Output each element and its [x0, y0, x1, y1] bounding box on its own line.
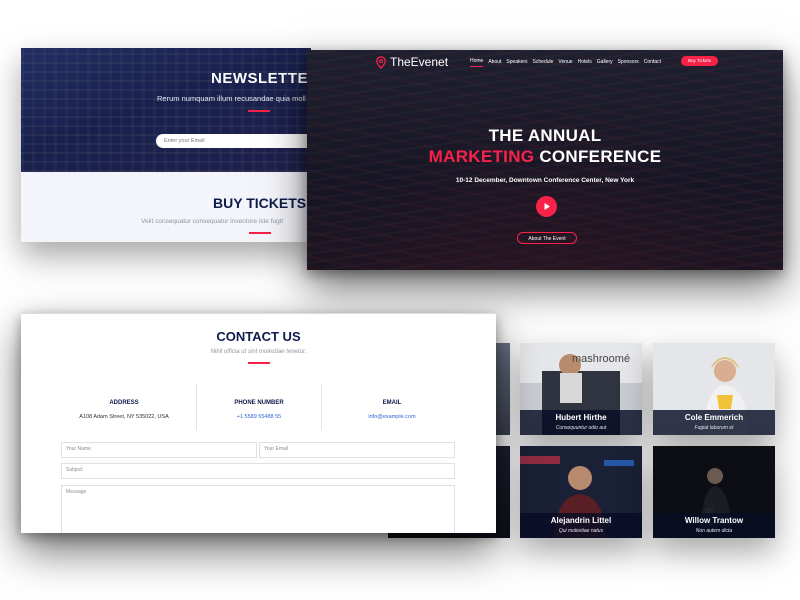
- speaker-role: Non autem dicta: [695, 528, 733, 534]
- contact-subtitle: Nihil officia ut sint molestiae tenetur.: [210, 349, 307, 355]
- address-title: ADDRESS: [109, 400, 139, 406]
- speaker-card[interactable]: Alejandrin Littel Qui molestiae natus: [520, 446, 642, 538]
- hero-title-line1: THE ANNUAL: [488, 126, 602, 145]
- buy-tickets-button[interactable]: Buy Tickets: [681, 56, 718, 66]
- speaker-name: Hubert Hirthe: [555, 413, 607, 422]
- newsletter-title: NEWSLETTER: [211, 70, 311, 87]
- about-event-button[interactable]: About The Event: [517, 232, 577, 244]
- nav-hotels[interactable]: Hotels: [578, 59, 592, 67]
- speaker-card[interactable]: Cole Emmerich Fugiat laborum et: [653, 343, 775, 435]
- message-field[interactable]: Message: [61, 485, 455, 533]
- contact-title: CONTACT US: [216, 329, 301, 344]
- email-title: EMAIL: [382, 400, 402, 406]
- nav-venue[interactable]: Venue: [558, 59, 572, 67]
- hero-title-rest: CONFERENCE: [534, 147, 662, 166]
- title-underline: [248, 362, 270, 364]
- name-field[interactable]: Your Name: [61, 442, 257, 458]
- speaker-caption: Cole Emmerich Fugiat laborum et: [653, 410, 775, 435]
- email-link[interactable]: info@example.com: [322, 414, 462, 420]
- speaker-role: Fugiat laborum et: [694, 425, 734, 431]
- speaker-caption: Willow Trantow Non autem dicta: [653, 513, 775, 538]
- speaker-name: Willow Trantow: [684, 516, 744, 525]
- hero-title-accent: MARKETING: [428, 147, 535, 166]
- speaker-role: Consequuntur odio aut: [555, 425, 607, 431]
- hero-section: TheEvenet Home About Speakers Schedule V…: [307, 50, 783, 270]
- hero-subtitle: 10-12 December, Downtown Conference Cent…: [455, 177, 635, 184]
- nav-gallery[interactable]: Gallery: [597, 59, 613, 67]
- nav-speakers[interactable]: Speakers: [506, 59, 527, 67]
- newsletter-section: NEWSLETTER Rerum numquam illum recusanda…: [21, 48, 311, 242]
- site-logo[interactable]: TheEvenet: [375, 55, 448, 69]
- phone-title: PHONE NUMBER: [234, 400, 284, 406]
- contact-section: CONTACT US Nihil officia ut sint molesti…: [21, 313, 496, 533]
- newsletter-email-input[interactable]: Enter your Email: [156, 134, 311, 148]
- newsletter-subtitle: Rerum numquam illum recusandae quia moll: [157, 94, 306, 103]
- nav-home[interactable]: Home: [470, 58, 484, 67]
- address-value: A108 Adam Street, NY 535022, USA: [79, 414, 169, 420]
- main-nav: Home About Speakers Schedule Venue Hotel…: [470, 58, 661, 67]
- title-underline: [248, 110, 270, 112]
- location-pin-icon: [376, 55, 386, 69]
- nav-sponsors[interactable]: Sponsors: [618, 59, 639, 67]
- speaker-role: Qui molestiae natus: [558, 528, 604, 534]
- nav-contact[interactable]: Contact: [644, 59, 661, 67]
- buy-tickets-subtitle: Velit consequatur consequatur inventore …: [141, 218, 284, 225]
- subject-field[interactable]: Subject: [61, 463, 455, 479]
- phone-link[interactable]: +1 5589 55488 55: [197, 414, 321, 420]
- play-video-button[interactable]: [536, 196, 557, 217]
- speaker-name: Alejandrin Littel: [550, 516, 612, 525]
- speaker-name: Cole Emmerich: [684, 413, 744, 422]
- buy-tickets-title: BUY TICKETS: [213, 195, 307, 211]
- logo-text: TheEvenet: [390, 55, 449, 69]
- speaker-caption: Alejandrin Littel Qui molestiae natus: [520, 513, 642, 538]
- speaker-card[interactable]: mashroomé Hubert Hirthe Consequuntur odi…: [520, 343, 642, 435]
- phone-block: PHONE NUMBER +1 5589 55488 55: [197, 386, 321, 426]
- address-block: ADDRESS A108 Adam Street, NY 535022, USA: [61, 386, 187, 426]
- speaker-sign: mashroomé: [572, 353, 631, 365]
- play-icon: [544, 203, 550, 210]
- nav-schedule[interactable]: Schedule: [533, 59, 554, 67]
- email-block: EMAIL info@example.com: [322, 386, 462, 426]
- speaker-caption: Hubert Hirthe Consequuntur odio aut: [520, 410, 642, 435]
- title-underline: [249, 232, 271, 234]
- speaker-card[interactable]: Willow Trantow Non autem dicta: [653, 446, 775, 538]
- hero-title-line2: MARKETING CONFERENCE: [307, 147, 783, 167]
- nav-about[interactable]: About: [488, 59, 501, 67]
- email-field[interactable]: Your Email: [259, 442, 455, 458]
